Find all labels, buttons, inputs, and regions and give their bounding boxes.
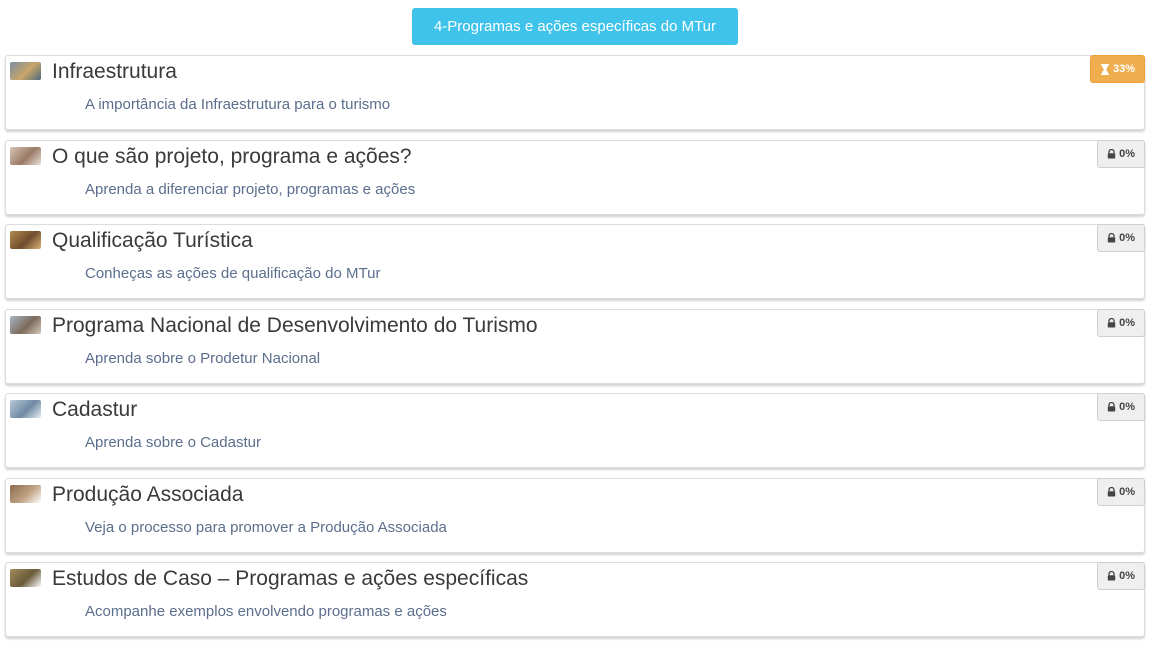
progress-percent: 0% [1119, 147, 1135, 160]
lesson-title: Cadastur [52, 398, 138, 421]
progress-percent: 0% [1119, 316, 1135, 329]
lesson-thumbnail [10, 315, 41, 334]
lesson-subtitle: A importância da Infraestrutura para o t… [85, 96, 391, 113]
lesson-title: Qualificação Turística [52, 229, 253, 252]
lesson-title: Infraestrutura [52, 60, 177, 83]
lock-icon [1107, 233, 1116, 243]
progress-percent: 0% [1119, 485, 1135, 498]
lesson-subtitle: Aprenda sobre o Prodetur Nacional [85, 349, 321, 367]
lesson-thumbnail [10, 146, 41, 165]
lock-icon [1107, 148, 1116, 159]
lesson-card-infraestrutura[interactable]: Infraestrutura A importância da Infraest… [5, 55, 1145, 130]
locked-badge: 0% [1097, 308, 1145, 337]
lesson-subtitle: Conheças as ações de qualificação do MTu… [85, 265, 381, 282]
locked-badge: 0% [1097, 562, 1145, 590]
lesson-card-producao-associada[interactable]: Produção Associada Veja o processo para … [5, 477, 1145, 553]
locked-badge: 0% [1097, 477, 1145, 506]
lock-icon [1107, 402, 1116, 412]
lesson-title: Produção Associada [52, 482, 244, 506]
lesson-card-estudos-de-caso[interactable]: Estudos de Caso – Programas e ações espe… [5, 562, 1145, 637]
lesson-subtitle: Veja o processo para promover a Produção… [85, 518, 447, 536]
progress-badge: 33% [1089, 55, 1145, 83]
lesson-subtitle: Aprenda a diferenciar projeto, programas… [85, 180, 416, 198]
lesson-list: Infraestrutura A importância da Infraest… [5, 55, 1145, 647]
lesson-card-prodetur[interactable]: Programa Nacional de Desenvolvimento do … [5, 308, 1145, 384]
lesson-title: O que são projeto, programa e ações? [52, 144, 412, 168]
lock-icon [1107, 317, 1116, 328]
lesson-subtitle: Acompanhe exemplos envolvendo programas … [85, 603, 447, 620]
lock-icon [1107, 571, 1116, 581]
progress-percent: 0% [1119, 232, 1135, 244]
progress-percent: 33% [1112, 63, 1135, 75]
lesson-title: Estudos de Caso – Programas e ações espe… [52, 567, 529, 590]
lesson-thumbnail [10, 484, 41, 503]
lesson-title: Programa Nacional de Desenvolvimento do … [52, 313, 538, 337]
locked-badge: 0% [1097, 139, 1145, 168]
hourglass-icon [1100, 63, 1110, 75]
lesson-card-cadastur[interactable]: Cadastur Aprenda sobre o Cadastur 0% [5, 393, 1145, 468]
locked-badge: 0% [1097, 393, 1145, 421]
lesson-card-qualificacao[interactable]: Qualificação Turística Conheças as ações… [5, 224, 1145, 299]
progress-percent: 0% [1119, 401, 1135, 413]
lesson-thumbnail [10, 400, 41, 418]
lesson-subtitle: Aprenda sobre o Cadastur [85, 434, 261, 451]
lesson-thumbnail [10, 62, 41, 80]
lesson-thumbnail [10, 231, 41, 249]
lock-icon [1107, 486, 1116, 497]
locked-badge: 0% [1097, 224, 1145, 252]
module-title-button[interactable]: 4-Programas e ações específicas do MTur [412, 8, 738, 45]
progress-percent: 0% [1119, 570, 1135, 582]
lesson-card-projeto-programa[interactable]: O que são projeto, programa e ações? Apr… [5, 139, 1145, 215]
lesson-thumbnail [10, 569, 41, 587]
